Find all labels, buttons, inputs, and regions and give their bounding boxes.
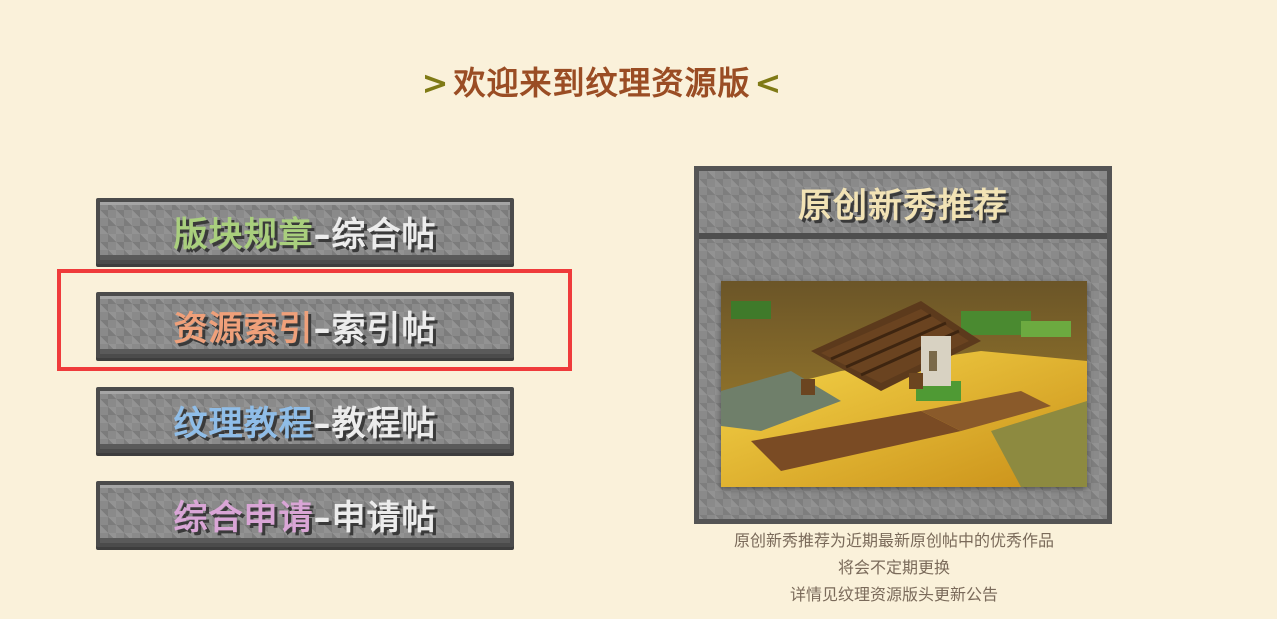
- page: > 欢迎来到纹理资源版 < 版块规章–综合帖 资源索引–索引帖 纹理教程–教程帖 综…: [0, 0, 1277, 619]
- featured-panel-title: 原创新秀推荐: [798, 185, 1008, 226]
- caption-line-2: 将会不定期更换: [837, 558, 950, 577]
- application-button-highlight: 综合申请: [173, 497, 314, 538]
- application-button-dash: –: [313, 497, 332, 538]
- application-button-suffix: 申请帖: [331, 497, 437, 538]
- rules-button-suffix: 综合帖: [331, 214, 437, 255]
- page-title: > 欢迎来到纹理资源版 <: [0, 58, 1204, 104]
- featured-panel-header: 原创新秀推荐: [699, 171, 1107, 239]
- rules-button-highlight: 版块规章: [173, 214, 314, 255]
- rules-button[interactable]: 版块规章–综合帖: [96, 198, 514, 264]
- selection-highlight-box: [57, 269, 572, 371]
- rules-button-label: 版块规章–综合帖: [174, 207, 437, 256]
- title-open-arrow: >: [421, 64, 450, 102]
- featured-caption: 原创新秀推荐为近期最新原创帖中的优秀作品 将会不定期更换 详情见纹理资源版头更新…: [694, 527, 1094, 608]
- tutorial-button-label: 纹理教程–教程帖: [174, 396, 437, 445]
- tutorial-button-suffix: 教程帖: [331, 403, 437, 444]
- title-text: 欢迎来到纹理资源版: [453, 64, 751, 102]
- application-button-label: 综合申请–申请帖: [174, 490, 437, 539]
- featured-panel[interactable]: 原创新秀推荐: [694, 166, 1112, 524]
- featured-image[interactable]: [721, 281, 1087, 487]
- caption-line-3: 详情见纹理资源版头更新公告: [789, 585, 998, 604]
- rules-button-dash: –: [313, 214, 332, 255]
- tutorial-button[interactable]: 纹理教程–教程帖: [96, 387, 514, 453]
- caption-line-1: 原创新秀推荐为近期最新原创帖中的优秀作品: [733, 531, 1054, 550]
- tutorial-button-highlight: 纹理教程: [173, 403, 314, 444]
- tutorial-button-dash: –: [313, 403, 332, 444]
- application-button[interactable]: 综合申请–申请帖: [96, 481, 514, 547]
- title-close-arrow: <: [754, 64, 783, 102]
